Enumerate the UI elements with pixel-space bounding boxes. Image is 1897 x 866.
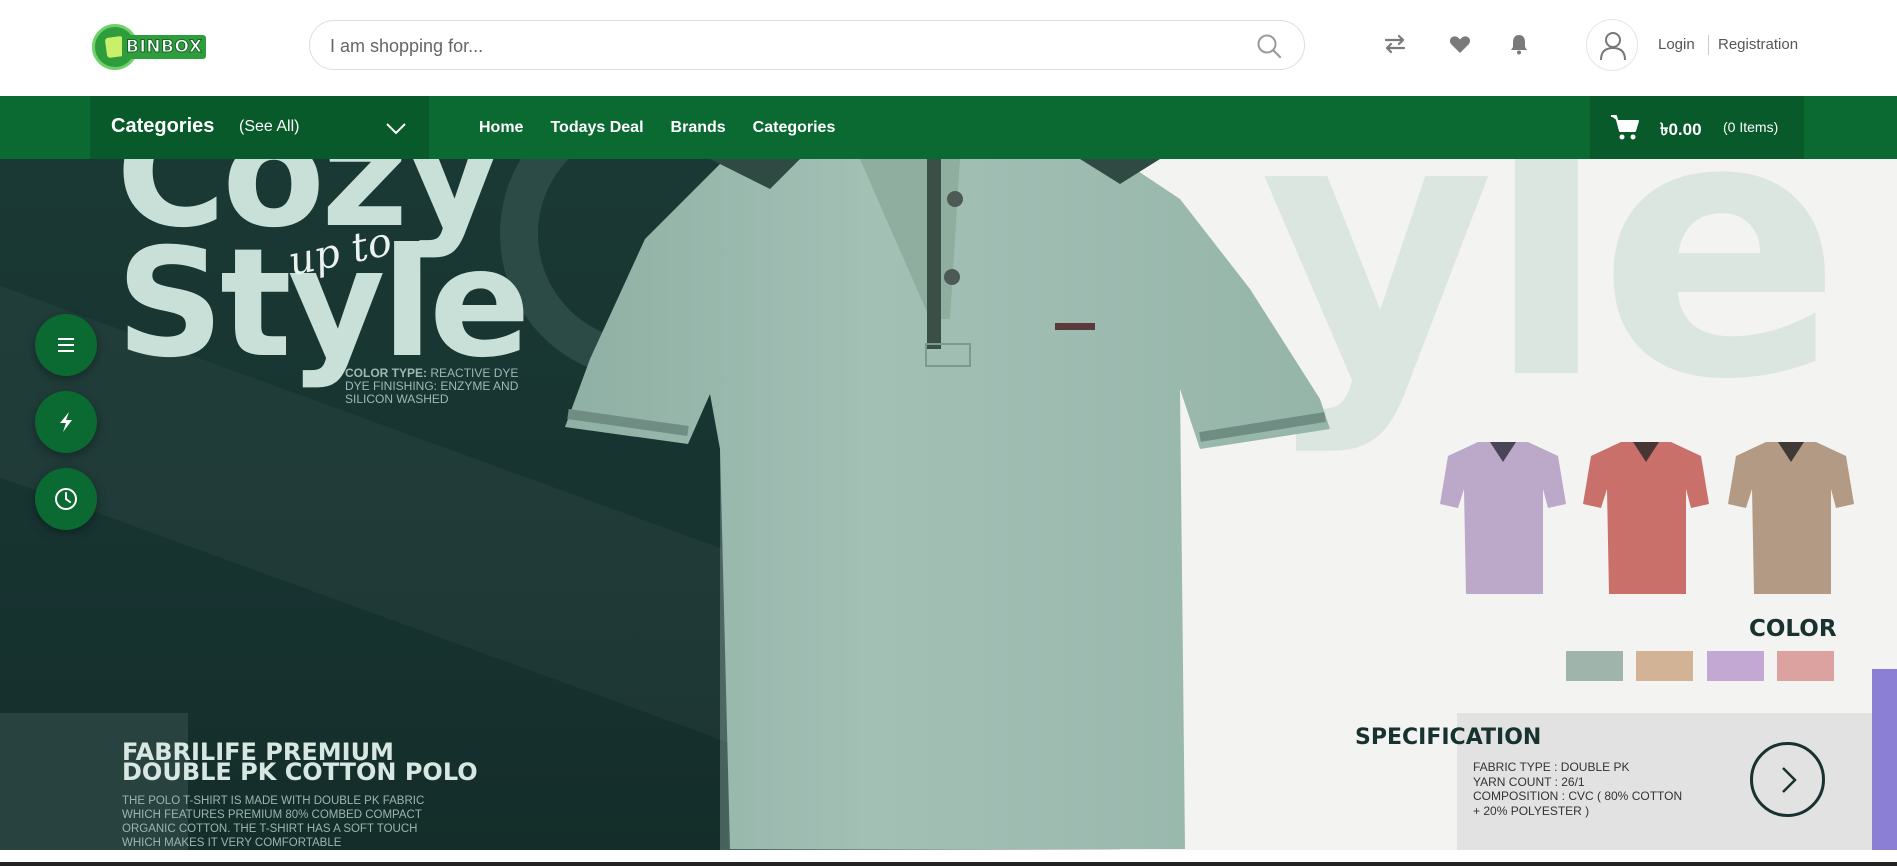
color-swatch-pink — [1777, 651, 1834, 681]
menu-icon — [58, 338, 74, 352]
cart-icon — [1611, 115, 1639, 140]
nav-brands[interactable]: Brands — [671, 119, 726, 137]
chevron-right-icon — [1782, 767, 1797, 793]
login-link[interactable]: Login — [1658, 36, 1695, 53]
nav-home[interactable]: Home — [479, 119, 523, 137]
color-swatch-tan — [1636, 651, 1693, 681]
spec-yarn-count: YARN COUNT : 26/1 — [1473, 775, 1585, 789]
categories-dropdown[interactable]: Categories (See All) — [90, 96, 429, 159]
mini-shirt-lilac — [1440, 442, 1566, 594]
user-avatar[interactable] — [1586, 19, 1638, 71]
spec-composition: COMPOSITION : CVC ( 80% COTTON — [1473, 789, 1683, 803]
flash-deal-button[interactable] — [35, 391, 97, 453]
wishlist-heart-icon[interactable] — [1448, 32, 1472, 56]
quick-menu-button[interactable] — [35, 314, 97, 376]
chevron-down-icon — [386, 123, 406, 135]
next-slide-peek — [1872, 669, 1897, 850]
color-swatch-lilac — [1707, 651, 1764, 681]
divider — [1708, 35, 1709, 55]
hero-banner[interactable]: yle Cozy Style up to COLOR TYPE: REACTIV… — [0, 159, 1897, 850]
nav-categories[interactable]: Categories — [753, 119, 836, 137]
top-header: BINBOX Login Registration — [0, 0, 1897, 96]
cart-item-count: (0 Items) — [1723, 119, 1779, 135]
search-box — [309, 20, 1305, 70]
spec-fabric-type: FABRIC TYPE : DOUBLE PK — [1473, 760, 1630, 774]
cart-amount: ৳0.00 — [1660, 120, 1702, 139]
banner-next-button[interactable] — [1750, 742, 1825, 817]
nav-links: Home Todays Deal Brands Categories — [479, 96, 835, 159]
product-title-line2: DOUBLE PK COTTON POLO — [122, 758, 478, 786]
notification-bell-icon[interactable] — [1507, 32, 1531, 56]
color-type-label: COLOR TYPE: — [345, 366, 428, 380]
color-type-text: COLOR TYPE: REACTIVE DYE DYE FINISHING: … — [345, 367, 535, 406]
logo-text: BINBOX — [122, 35, 207, 59]
flash-icon — [60, 412, 72, 432]
product-title: FABRILIFE PREMIUM DOUBLE PK COTTON POLO — [122, 740, 478, 786]
color-swatch-sage — [1566, 651, 1623, 681]
see-all-link[interactable]: (See All) — [239, 118, 299, 136]
mini-shirt-khaki — [1728, 442, 1854, 594]
site-logo[interactable]: BINBOX — [92, 24, 208, 70]
nav-todays-deal[interactable]: Todays Deal — [550, 119, 643, 137]
page-bottom-border — [0, 862, 1897, 866]
banner-background-text: yle — [1260, 159, 1842, 458]
clock-icon — [55, 488, 77, 510]
recent-history-button[interactable] — [35, 468, 97, 530]
polo-shirt-image — [565, 159, 1330, 849]
specification-title: SPECIFICATION — [1355, 725, 1542, 750]
search-input[interactable] — [330, 31, 1230, 61]
product-description: THE POLO T-SHIRT IS MADE WITH DOUBLE PK … — [122, 795, 425, 849]
cart-button[interactable]: ৳0.00 (0 Items) — [1590, 96, 1804, 159]
main-nav: Categories (See All) Home Todays Deal Br… — [0, 96, 1897, 159]
mini-shirt-red — [1583, 442, 1709, 594]
spec-composition-cont: + 20% POLYESTER ) — [1473, 804, 1590, 818]
user-icon — [1600, 32, 1626, 61]
compare-icon[interactable] — [1383, 32, 1407, 56]
categories-title: Categories — [111, 115, 215, 137]
registration-link[interactable]: Registration — [1718, 36, 1798, 53]
search-icon[interactable] — [1256, 33, 1282, 59]
color-title: COLOR — [1749, 616, 1837, 642]
